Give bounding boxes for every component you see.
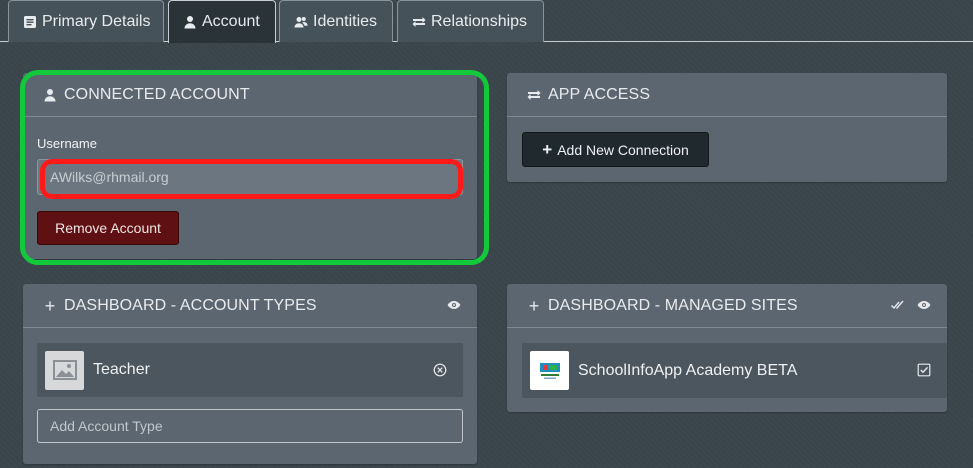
tab-identities[interactable]: Identities xyxy=(279,0,393,42)
users-icon xyxy=(294,15,308,29)
panel-header: + DASHBOARD - MANAGED SITES xyxy=(507,284,947,328)
panel-header: APP ACCESS xyxy=(507,73,947,117)
tab-account[interactable]: Account xyxy=(168,0,276,43)
school-logo-icon xyxy=(530,351,569,390)
add-new-connection-button[interactable]: + Add New Connection xyxy=(522,132,709,167)
tab-label: Identities xyxy=(313,12,378,30)
managed-sites-panel: + DASHBOARD - MANAGED SITES SchoolInfoAp… xyxy=(507,284,947,412)
document-icon xyxy=(23,15,37,29)
panel-title: DASHBOARD - MANAGED SITES xyxy=(548,296,798,314)
username-input[interactable] xyxy=(37,159,463,195)
app-access-panel: APP ACCESS + Add New Connection xyxy=(507,73,947,182)
remove-account-button[interactable]: Remove Account xyxy=(37,211,179,245)
panel-header: + DASHBOARD - ACCOUNT TYPES xyxy=(23,284,477,328)
image-placeholder-icon xyxy=(45,350,84,390)
list-item-label: SchoolInfoApp Academy BETA xyxy=(578,361,798,379)
eye-icon[interactable] xyxy=(917,298,931,312)
tab-bar: Primary Details Account Identities Relat… xyxy=(0,0,973,43)
plus-icon[interactable]: + xyxy=(43,297,57,315)
header-actions xyxy=(447,298,461,312)
tab-label: Primary Details xyxy=(42,12,151,30)
user-icon xyxy=(43,88,57,102)
panel-title: CONNECTED ACCOUNT xyxy=(64,85,250,103)
list-item: SchoolInfoApp Academy BETA xyxy=(522,343,947,398)
plus-icon: + xyxy=(542,140,553,159)
list-item: Teacher xyxy=(37,343,463,397)
double-check-icon[interactable] xyxy=(891,298,905,312)
remove-circle-icon[interactable] xyxy=(433,363,447,377)
panel-title: DASHBOARD - ACCOUNT TYPES xyxy=(64,296,317,314)
panel-title: APP ACCESS xyxy=(548,85,651,103)
connected-account-panel: CONNECTED ACCOUNT Username Remove Accoun… xyxy=(23,73,477,259)
button-label: Add New Connection xyxy=(557,141,689,158)
swap-icon xyxy=(527,88,541,102)
list-item-label: Teacher xyxy=(93,361,150,378)
tab-label: Relationships xyxy=(431,12,528,30)
user-icon xyxy=(183,15,197,29)
swap-icon xyxy=(412,15,426,29)
checkbox-checked-icon[interactable] xyxy=(917,363,931,377)
eye-icon[interactable] xyxy=(447,298,461,312)
username-label: Username xyxy=(37,136,97,151)
tab-label: Account xyxy=(202,13,260,30)
tab-relationships[interactable]: Relationships xyxy=(397,0,544,42)
plus-icon[interactable]: + xyxy=(527,297,541,315)
account-types-panel: + DASHBOARD - ACCOUNT TYPES Teacher xyxy=(23,284,477,464)
header-actions xyxy=(891,298,931,312)
panel-header: CONNECTED ACCOUNT xyxy=(23,73,477,117)
add-account-type-input[interactable] xyxy=(37,409,463,443)
tab-primary-details[interactable]: Primary Details xyxy=(8,0,164,42)
